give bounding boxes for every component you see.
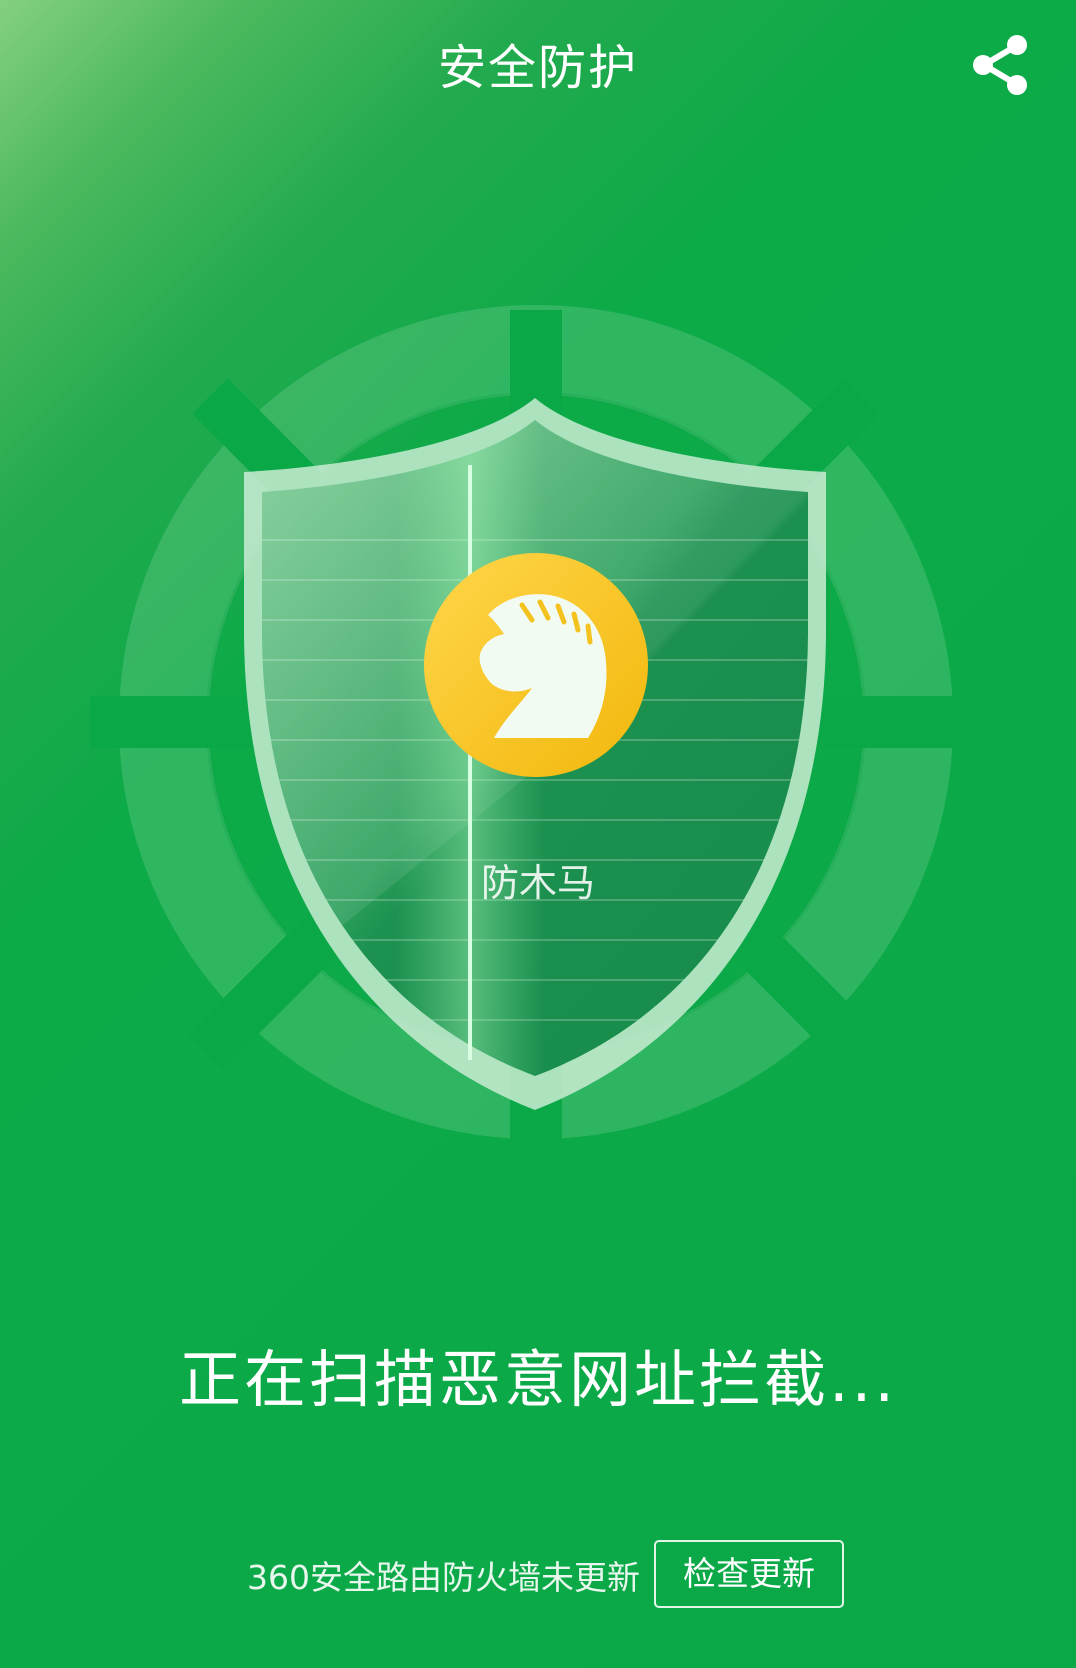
page-title: 安全防护 [437,40,638,96]
module-label: 防木马 [480,861,595,905]
module-badge [424,553,648,777]
check-update-button[interactable]: 检查更新 [654,1540,844,1608]
share-icon [973,35,1027,95]
shield-graphic [90,305,990,1140]
header-bar: 安全防护 [0,0,1076,140]
share-button[interactable] [966,30,1036,100]
firewall-status-note: 360安全路由防火墙未更新 [247,1558,640,1597]
footer: 360安全路由防火墙未更新 检查更新 [0,1540,1076,1620]
scan-status-text: 正在扫描恶意网址拦截... [178,1343,898,1416]
scan-animation [0,270,1076,1240]
